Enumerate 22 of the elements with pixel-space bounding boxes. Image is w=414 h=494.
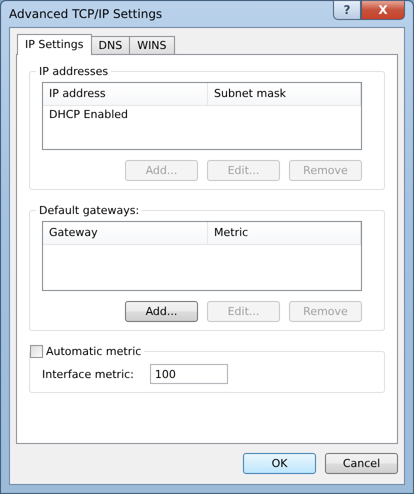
tab[interactable]: DNS: [90, 36, 130, 54]
checkbox-label: Automatic metric: [46, 345, 142, 358]
group-title: Default gateways:: [38, 204, 140, 217]
column-header[interactable]: IP address: [43, 83, 208, 105]
column-header[interactable]: Metric: [208, 222, 361, 244]
field-label: Interface metric:: [42, 368, 134, 380]
tab[interactable]: IP Settings: [17, 34, 92, 55]
tab[interactable]: WINS: [129, 36, 175, 54]
window-title: Advanced TCP/IP Settings: [9, 7, 162, 21]
cancel-button[interactable]: Cancel: [325, 453, 398, 474]
ok-button[interactable]: OK: [243, 453, 316, 474]
list-view[interactable]: Gateway Metric: [42, 221, 362, 291]
close-button[interactable]: X: [361, 0, 405, 20]
help-button[interactable]: ?: [333, 0, 361, 20]
add-button[interactable]: Add...: [125, 301, 198, 322]
metric-input[interactable]: 100: [150, 364, 228, 384]
checkbox[interactable]: [30, 345, 43, 358]
list-view[interactable]: IP address Subnet mask DHCP Enabled: [42, 82, 362, 150]
group-title: IP addresses: [38, 65, 110, 78]
column-header[interactable]: Gateway: [43, 222, 208, 244]
list-cell-text: DHCP Enabled: [48, 107, 130, 123]
column-header[interactable]: Subnet mask: [208, 83, 361, 105]
